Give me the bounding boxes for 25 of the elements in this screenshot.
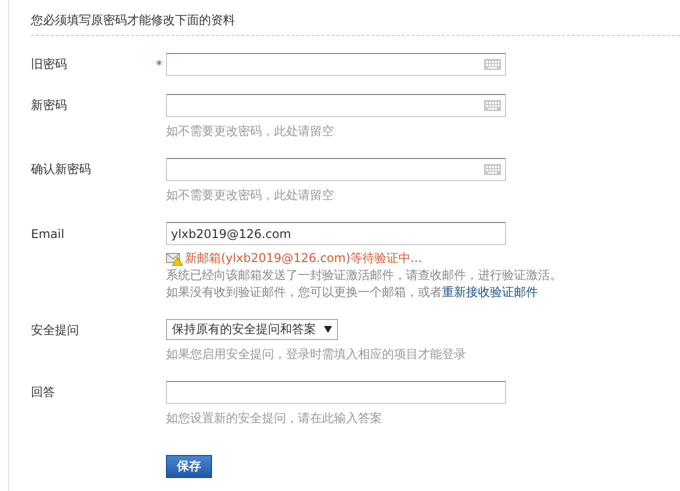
required-mark: *	[156, 58, 162, 72]
field-label: 确认新密码	[31, 161, 91, 178]
note-text: 系统已经向该邮箱发送了一封验证激活邮件，请查收邮件，进行验证激活。	[166, 267, 563, 284]
answer-field[interactable]	[166, 381, 506, 404]
email-field[interactable]: ylxb2019@126.com	[166, 222, 506, 245]
hint-text: 如不需要更改密码，此处请留空	[166, 123, 335, 140]
field-label: Email	[31, 226, 64, 240]
field-label: 回答	[31, 384, 55, 401]
password-field[interactable]	[166, 53, 506, 76]
resend-link[interactable]: 重新接收验证邮件	[442, 285, 538, 299]
mail-warning-icon	[166, 252, 183, 266]
password-field[interactable]	[166, 158, 506, 181]
hint-text: 如果您启用安全提问，登录时需填入相应的项目才能登录	[166, 346, 467, 363]
hint-text: 如您设置新的安全提问，请在此输入答案	[166, 410, 383, 427]
field-label: 旧密码	[31, 56, 67, 73]
note-text: 如果没有收到验证邮件，您可以更换一个邮箱，或者重新接收验证邮件	[166, 284, 539, 301]
field-label: 新密码	[31, 97, 67, 114]
field-label: 安全提问	[31, 322, 79, 339]
password-field[interactable]	[166, 94, 506, 117]
question-dropdown[interactable]: 保持原有的安全提问和答案	[166, 319, 338, 340]
hint-text: 如不需要更改密码，此处请留空	[166, 187, 335, 204]
caret-icon[interactable]	[324, 326, 332, 333]
form-heading: 您必须填写原密码才能修改下面的资料	[30, 12, 236, 29]
save-button[interactable]: 保存	[166, 455, 212, 478]
status-text: 新邮箱(ylxb2019@126.com)等待验证中...	[185, 250, 422, 267]
